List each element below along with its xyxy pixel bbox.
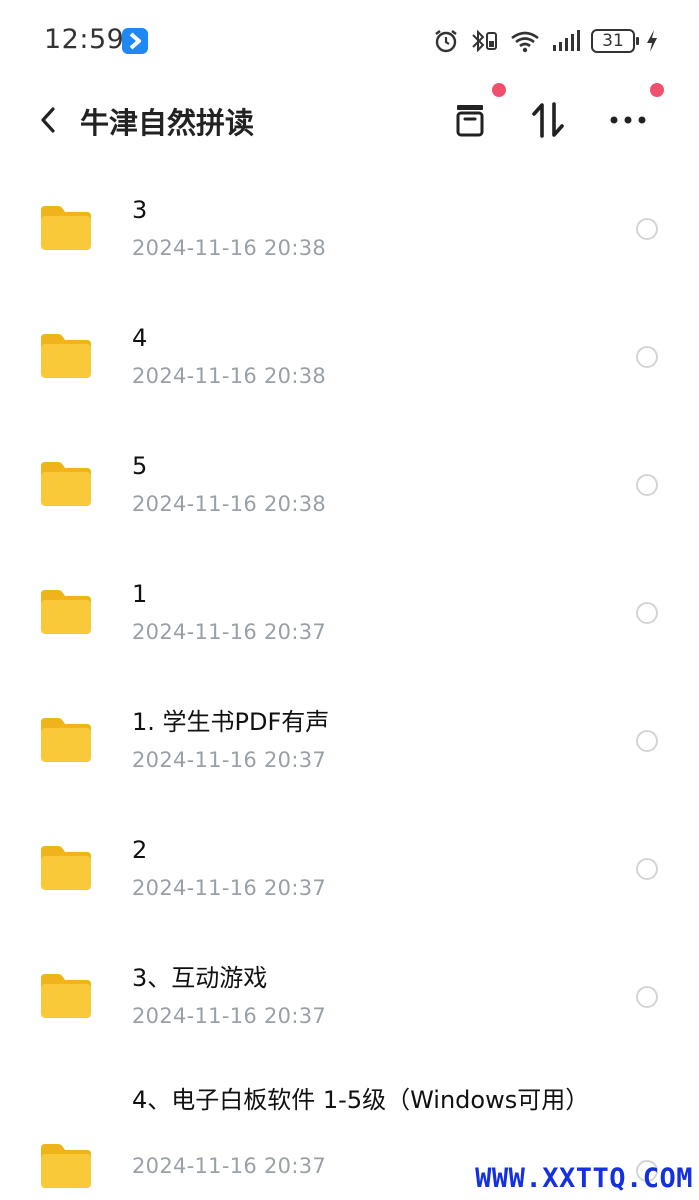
folder-date: 2024-11-16 20:38 (132, 492, 327, 516)
archive-badge (492, 83, 506, 97)
folder-icon (41, 846, 91, 890)
folder-name: 3 (132, 196, 148, 224)
archive-button[interactable] (444, 94, 496, 146)
folder-date: 2024-11-16 20:37 (132, 1004, 327, 1028)
bluetooth-icon (472, 29, 497, 53)
back-button[interactable] (28, 98, 68, 142)
alarm-icon (435, 30, 457, 53)
folder-list: 3 2024-11-16 20:38 4 2024-11-16 20:38 5 … (0, 164, 699, 1200)
folder-icon (41, 462, 91, 506)
list-item[interactable]: 1 2024-11-16 20:37 (0, 548, 699, 676)
signal-icon (553, 30, 580, 51)
select-radio[interactable] (636, 986, 658, 1008)
archive-icon (456, 105, 484, 137)
folder-name: 5 (132, 452, 148, 480)
select-radio[interactable] (636, 218, 658, 240)
folder-date: 2024-11-16 20:37 (132, 876, 327, 900)
select-radio[interactable] (636, 474, 658, 496)
folder-icon (41, 1144, 91, 1188)
list-item[interactable]: 1. 学生书PDF有声 2024-11-16 20:37 (0, 676, 699, 804)
status-bar: 12:59 31 (0, 0, 699, 80)
select-radio[interactable] (636, 602, 658, 624)
select-radio[interactable] (636, 858, 658, 880)
list-item[interactable]: 3、互动游戏 2024-11-16 20:37 (0, 932, 699, 1060)
select-radio[interactable] (636, 346, 658, 368)
list-item[interactable]: 4 2024-11-16 20:38 (0, 292, 699, 420)
folder-icon (41, 206, 91, 250)
status-time: 12:59 (44, 24, 125, 55)
select-radio[interactable] (636, 730, 658, 752)
list-item[interactable]: 2 2024-11-16 20:37 (0, 804, 699, 932)
folder-icon (41, 334, 91, 378)
chevron-left-icon (41, 107, 55, 133)
charging-icon (647, 30, 657, 52)
status-icons: 31 (433, 24, 659, 58)
folder-name: 1. 学生书PDF有声 (132, 708, 330, 736)
watermark-text: WWW.XXTTQ.COM (475, 1163, 693, 1194)
folder-name: 4 (132, 324, 148, 352)
wifi-icon (511, 31, 539, 53)
folder-icon (41, 590, 91, 634)
page-title: 牛津自然拼读 (80, 106, 255, 140)
folder-date: 2024-11-16 20:37 (132, 1154, 327, 1178)
sort-button[interactable] (522, 94, 574, 146)
folder-date: 2024-11-16 20:37 (132, 748, 327, 772)
app-header: 牛津自然拼读 (0, 80, 699, 160)
folder-name: 4、电子白板软件 1-5级（Windows可用） (132, 1086, 590, 1114)
battery-level: 31 (602, 31, 624, 51)
list-item[interactable]: 5 2024-11-16 20:38 (0, 420, 699, 548)
folder-icon (41, 718, 91, 762)
battery-icon: 31 (591, 29, 639, 53)
app-icon (122, 28, 148, 54)
folder-name: 3、互动游戏 (132, 964, 268, 992)
folder-name: 1 (132, 580, 148, 608)
folder-date: 2024-11-16 20:37 (132, 620, 327, 644)
folder-icon (41, 974, 91, 1018)
list-item[interactable]: 3 2024-11-16 20:38 (0, 164, 699, 292)
sort-icon (532, 102, 564, 138)
more-badge (650, 83, 664, 97)
folder-date: 2024-11-16 20:38 (132, 236, 327, 260)
more-button[interactable] (602, 94, 654, 146)
folder-date: 2024-11-16 20:38 (132, 364, 327, 388)
folder-name: 2 (132, 836, 148, 864)
more-icon (610, 116, 646, 124)
